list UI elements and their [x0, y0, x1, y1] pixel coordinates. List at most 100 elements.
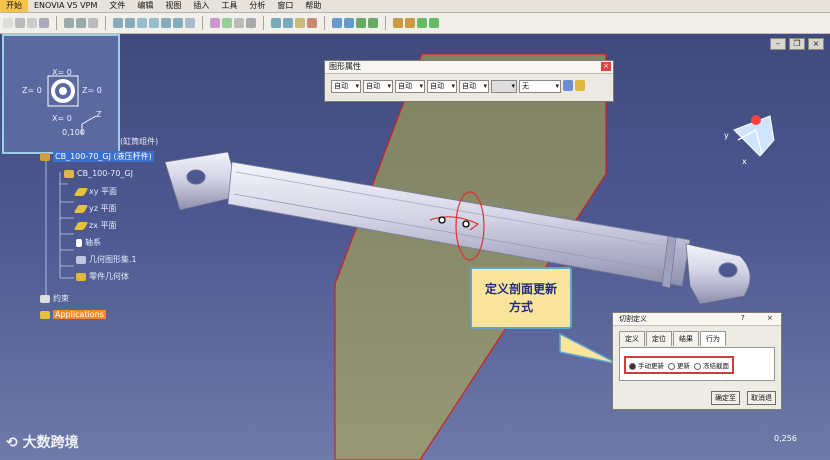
- line-thickness-select[interactable]: 自动: [395, 80, 425, 93]
- radio-freeze-section[interactable]: 冻结截面: [694, 360, 729, 370]
- 3d-viewport[interactable]: – ❐ × y x Z= 0 X= 0 Z= 0 X= 0 0,100 Z (缸…: [0, 34, 830, 460]
- menu-help[interactable]: 帮助: [299, 0, 327, 12]
- properties-icon[interactable]: [575, 80, 585, 91]
- render-tools[interactable]: [209, 16, 257, 30]
- view-tools[interactable]: [112, 16, 196, 30]
- close-icon[interactable]: ×: [601, 62, 611, 71]
- swap-space-icon[interactable]: [246, 18, 256, 28]
- axis-triad: y x: [724, 115, 775, 166]
- select-icon[interactable]: [3, 18, 13, 28]
- tab-result[interactable]: 结果: [673, 331, 699, 346]
- tree-applications[interactable]: Applications: [40, 310, 106, 319]
- tree-yz-plane[interactable]: yz 平面: [73, 203, 116, 214]
- tree-axis-system[interactable]: 轴系: [76, 237, 101, 248]
- explode-icon[interactable]: [417, 18, 427, 28]
- tree-axis-label: 轴系: [85, 238, 101, 247]
- menu-edit[interactable]: 编辑: [131, 0, 159, 12]
- constraints-icon: [40, 294, 50, 303]
- menu-file[interactable]: 文件: [103, 0, 131, 12]
- radio-dot-icon: [668, 362, 675, 370]
- graphic-properties-toolbar: 图形属性 × 自动 自动 自动 自动 自动 无: [324, 60, 614, 102]
- measure-icon[interactable]: [271, 18, 281, 28]
- undo-icon[interactable]: [64, 18, 74, 28]
- tab-behavior[interactable]: 行为: [700, 331, 726, 346]
- radio-dot-icon: [629, 362, 636, 370]
- callout-pointer: [559, 332, 619, 365]
- zoom-in-icon[interactable]: [161, 18, 171, 28]
- section-icon[interactable]: [307, 18, 317, 28]
- paste-icon[interactable]: [39, 18, 49, 28]
- ok-button[interactable]: 确定至: [711, 391, 740, 405]
- shading-icon[interactable]: [222, 18, 232, 28]
- cancel-button[interactable]: 取消退: [747, 391, 776, 405]
- normal-view-icon[interactable]: [185, 18, 195, 28]
- plane-icon: [73, 204, 89, 213]
- manipulate-icon[interactable]: [393, 18, 403, 28]
- menu-view[interactable]: 视图: [159, 0, 187, 12]
- line-type-select[interactable]: 自动: [427, 80, 457, 93]
- radio-manual-update[interactable]: 手动更新: [629, 360, 664, 370]
- part-icon[interactable]: [368, 18, 378, 28]
- fly-icon[interactable]: [113, 18, 123, 28]
- measure-item-icon[interactable]: [283, 18, 293, 28]
- line-color-select[interactable]: 自动: [363, 80, 393, 93]
- menu-analyze[interactable]: 分析: [243, 0, 271, 12]
- copy-icon[interactable]: [27, 18, 37, 28]
- move-tools[interactable]: [392, 16, 440, 30]
- whats-this-icon[interactable]: [88, 18, 98, 28]
- toolbar-divider: [385, 16, 386, 30]
- close-icon[interactable]: ×: [767, 314, 773, 322]
- tree-root-assembly[interactable]: (缸筒组件): [120, 136, 158, 147]
- redo-icon[interactable]: [76, 18, 86, 28]
- tree-part-body[interactable]: 零件几何体: [76, 271, 129, 282]
- fit-all-icon[interactable]: [125, 18, 135, 28]
- layer-select[interactable]: 无: [519, 80, 561, 93]
- mini-view[interactable]: Z= 0 X= 0 Z= 0 X= 0 0,100 Z: [2, 34, 120, 154]
- hide-show-icon[interactable]: [234, 18, 244, 28]
- tree-constraints[interactable]: 约束: [40, 293, 69, 304]
- tab-positioning[interactable]: 定位: [646, 331, 672, 346]
- assembly-tools[interactable]: [331, 16, 379, 30]
- view-scale: 0,256: [774, 434, 797, 443]
- main-toolbar: [0, 13, 830, 34]
- svg-text:y: y: [724, 131, 729, 140]
- select-tools[interactable]: [2, 16, 50, 30]
- rotate-icon[interactable]: [149, 18, 159, 28]
- tree-zx-plane[interactable]: zx 平面: [73, 220, 116, 231]
- zoom-out-icon[interactable]: [173, 18, 183, 28]
- analysis-tools[interactable]: [270, 16, 318, 30]
- menu-insert[interactable]: 插入: [187, 0, 215, 12]
- tree-geoset[interactable]: 几何图形集.1: [76, 254, 137, 265]
- snap-icon[interactable]: [405, 18, 415, 28]
- fill-color-select[interactable]: 自动: [331, 80, 361, 93]
- menu-enovia[interactable]: ENOVIA V5 VPM: [28, 0, 103, 12]
- clash-icon[interactable]: [429, 18, 439, 28]
- tree-part[interactable]: CB_100-70_GJ: [64, 169, 133, 178]
- tree-product[interactable]: CB_100-70_GJ (液压杆件): [40, 151, 154, 162]
- section-point: [438, 216, 446, 224]
- pan-icon[interactable]: [137, 18, 147, 28]
- cut-icon[interactable]: [15, 18, 25, 28]
- tree-applications-label: Applications: [53, 310, 106, 319]
- render-style-select[interactable]: [491, 80, 517, 93]
- geometrical-set-icon: [76, 255, 86, 264]
- component-icon[interactable]: [356, 18, 366, 28]
- catalog-icon[interactable]: [332, 18, 342, 28]
- update-mode-group: 手动更新 更新 冻结截面: [624, 356, 734, 374]
- menu-start[interactable]: 开始: [0, 0, 28, 12]
- compass-axis-z: Z: [96, 110, 102, 119]
- tree-xy-plane[interactable]: xy 平面: [73, 186, 117, 197]
- edit-tools[interactable]: [63, 16, 99, 30]
- callout-line-1: 定义剖面更新: [484, 282, 557, 296]
- product-icon[interactable]: [344, 18, 354, 28]
- painter-icon[interactable]: [563, 80, 573, 91]
- toolbar-divider: [56, 16, 57, 30]
- help-icon[interactable]: ?: [741, 314, 745, 322]
- tab-definition[interactable]: 定义: [619, 331, 645, 346]
- menu-tools[interactable]: 工具: [215, 0, 243, 12]
- radio-auto-update[interactable]: 更新: [668, 360, 690, 370]
- iso-view-icon[interactable]: [210, 18, 220, 28]
- inertia-icon[interactable]: [295, 18, 305, 28]
- menu-window[interactable]: 窗口: [271, 0, 299, 12]
- point-symbol-select[interactable]: 自动: [459, 80, 489, 93]
